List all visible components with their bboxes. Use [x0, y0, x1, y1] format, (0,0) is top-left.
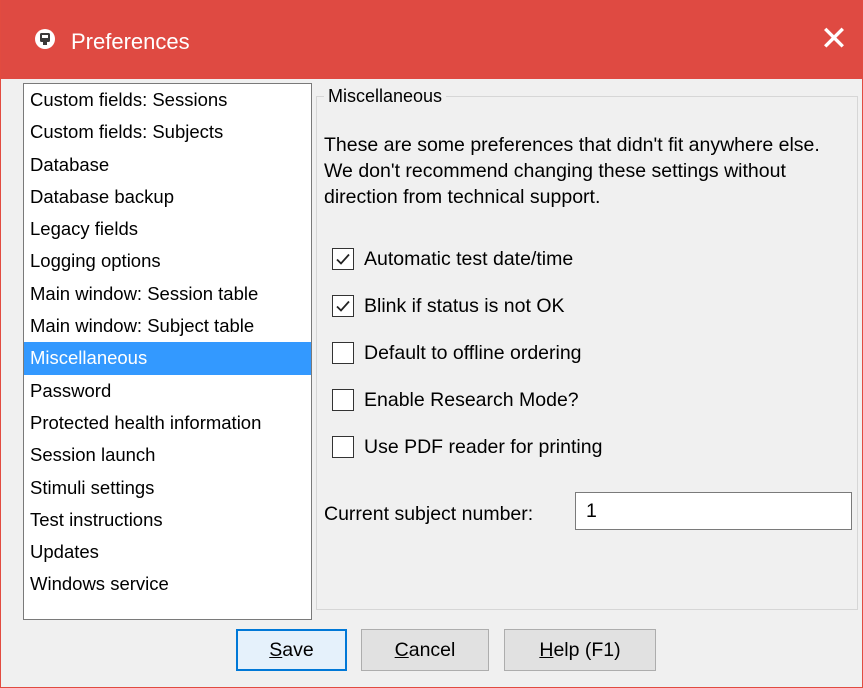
- option-row[interactable]: Enable Research Mode?: [332, 386, 579, 414]
- current-subject-number-label: Current subject number:: [324, 503, 534, 525]
- save-label: ave: [282, 639, 314, 661]
- close-icon: ✕: [819, 19, 849, 59]
- option-label: Enable Research Mode?: [364, 389, 579, 411]
- current-subject-number-input[interactable]: 1: [575, 492, 852, 530]
- option-row[interactable]: Default to offline ordering: [332, 339, 582, 367]
- close-button[interactable]: ✕: [806, 16, 862, 62]
- help-button[interactable]: Help (F1): [504, 629, 656, 671]
- option-label: Blink if status is not OK: [364, 295, 565, 317]
- category-item[interactable]: Main window: Subject table: [24, 310, 311, 342]
- cancel-mnemonic: C: [394, 639, 409, 661]
- app-icon: [34, 28, 56, 50]
- option-label: Automatic test date/time: [364, 248, 574, 270]
- option-checkbox[interactable]: [332, 248, 354, 270]
- window-title: Preferences: [71, 29, 190, 54]
- cancel-label: ancel: [408, 639, 456, 661]
- preferences-window: Preferences ✕ Custom fields: Sessions Cus…: [0, 0, 863, 688]
- category-item[interactable]: Database: [24, 149, 311, 181]
- option-row[interactable]: Use PDF reader for printing: [332, 433, 602, 461]
- checkmark-icon: [336, 300, 350, 312]
- category-item[interactable]: Custom fields: Sessions: [24, 84, 311, 116]
- description-text: These are some preferences that didn't f…: [324, 134, 820, 208]
- category-item[interactable]: Database backup: [24, 181, 311, 213]
- option-label: Default to offline ordering: [364, 342, 582, 364]
- option-checkbox[interactable]: [332, 342, 354, 364]
- help-label: elp (F1): [553, 639, 621, 661]
- cancel-button[interactable]: Cancel: [361, 629, 489, 671]
- category-item[interactable]: Session launch: [24, 439, 311, 471]
- category-item[interactable]: Windows service: [24, 568, 311, 600]
- category-item[interactable]: Updates: [24, 536, 311, 568]
- category-item[interactable]: Protected health information: [24, 407, 311, 439]
- title-bar[interactable]: Preferences ✕: [1, 0, 862, 79]
- save-button[interactable]: Save: [236, 629, 347, 671]
- category-item[interactable]: Miscellaneous: [24, 342, 311, 375]
- save-mnemonic: S: [269, 639, 283, 661]
- category-list[interactable]: Custom fields: Sessions Custom fields: Su…: [23, 83, 312, 620]
- category-item[interactable]: Password: [24, 375, 311, 407]
- option-checkbox[interactable]: [332, 436, 354, 458]
- group-title: Miscellaneous: [324, 84, 447, 108]
- option-row[interactable]: Automatic test date/time: [332, 245, 573, 273]
- option-checkbox[interactable]: [332, 295, 354, 317]
- category-item[interactable]: Logging options: [24, 245, 311, 277]
- category-item[interactable]: Custom fields: Subjects: [24, 116, 311, 148]
- option-label: Use PDF reader for printing: [364, 436, 603, 458]
- category-item[interactable]: Test instructions: [24, 504, 311, 536]
- category-item[interactable]: Main window: Session table: [24, 278, 311, 310]
- option-row[interactable]: Blink if status is not OK: [332, 292, 565, 320]
- option-checkbox[interactable]: [332, 389, 354, 411]
- help-mnemonic: H: [539, 639, 554, 661]
- checkmark-icon: [336, 253, 350, 265]
- category-item[interactable]: Legacy fields: [24, 213, 311, 245]
- category-item[interactable]: Stimuli settings: [24, 472, 311, 504]
